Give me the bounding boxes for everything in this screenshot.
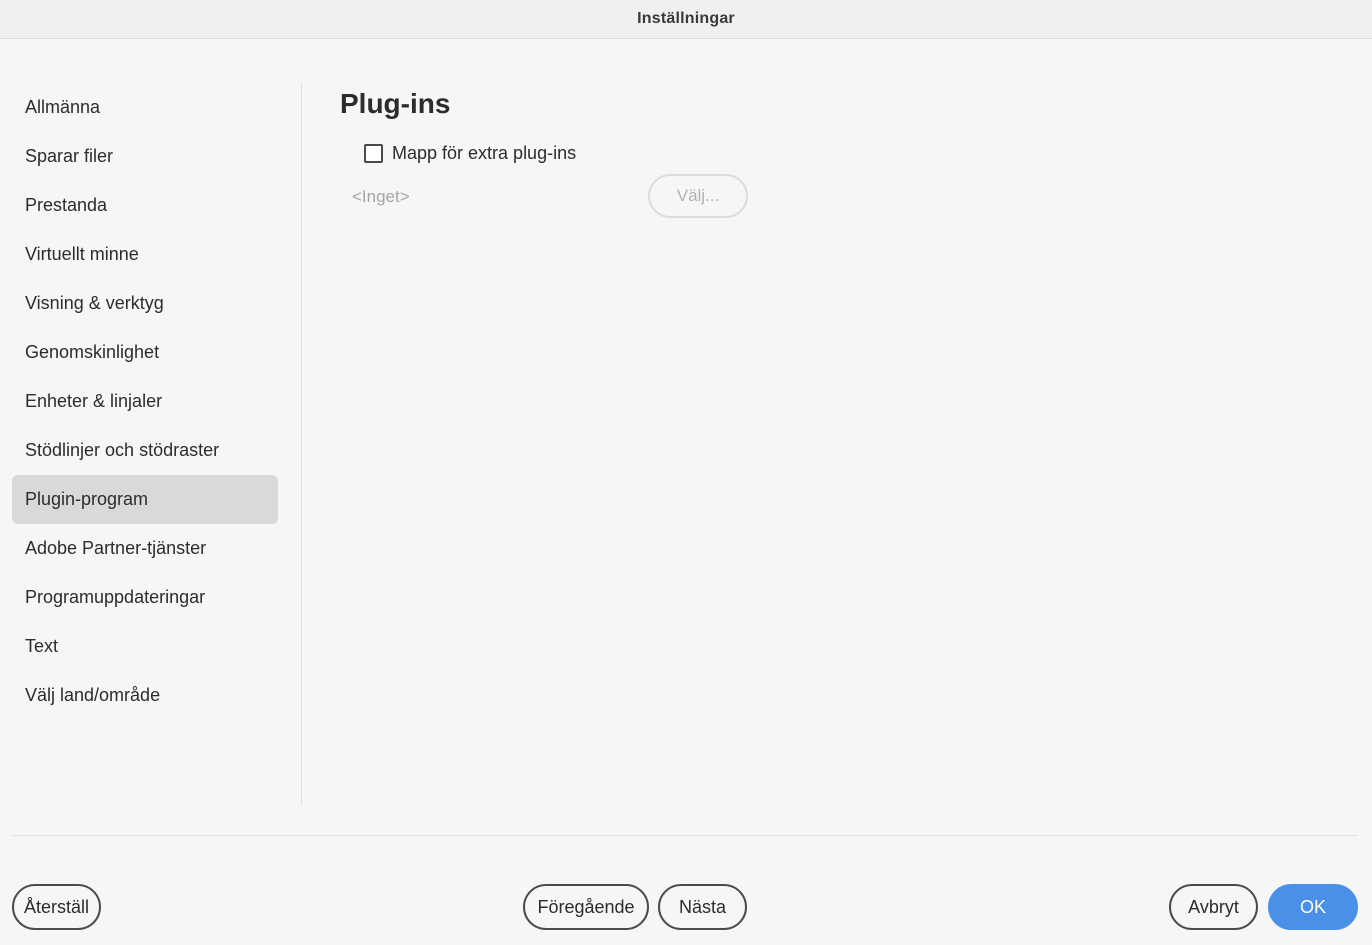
sidebar-item-adobe-partner-services[interactable]: Adobe Partner-tjänster (12, 524, 278, 573)
sidebar-item-units-rulers[interactable]: Enheter & linjaler (12, 377, 278, 426)
sidebar-item-type[interactable]: Text (12, 622, 278, 671)
previous-button[interactable]: Föregående (523, 884, 649, 930)
sidebar-item-transparency[interactable]: Genomskinlighet (12, 328, 278, 377)
sidebar-item-scratch-disks[interactable]: Virtuellt minne (12, 230, 278, 279)
preferences-window: Inställningar Allmänna Sparar filer Pres… (0, 0, 1372, 945)
plugins-panel: Plug-ins Mapp för extra plug-ins <Inget>… (340, 84, 1340, 218)
footer-divider (12, 835, 1358, 836)
next-button[interactable]: Nästa (658, 884, 747, 930)
sidebar-item-file-handling[interactable]: Sparar filer (12, 132, 278, 181)
sidebar-item-performance[interactable]: Prestanda (12, 181, 278, 230)
sidebar-item-country-region[interactable]: Välj land/område (12, 671, 278, 720)
sidebar-item-plugins[interactable]: Plugin-program (12, 475, 278, 524)
sidebar-divider (301, 83, 302, 805)
cancel-button[interactable]: Avbryt (1169, 884, 1258, 930)
section-title: Plug-ins (340, 88, 451, 119)
sidebar-item-general[interactable]: Allmänna (12, 83, 278, 132)
plugins-folder-path: <Inget> (352, 187, 410, 206)
sidebar-item-updates[interactable]: Programuppdateringar (12, 573, 278, 622)
extra-plugins-folder-row[interactable]: Mapp för extra plug-ins (364, 141, 576, 165)
ok-button[interactable]: OK (1268, 884, 1358, 930)
reset-button[interactable]: Återställ (12, 884, 101, 930)
choose-folder-button: Välj... (648, 174, 748, 218)
extra-plugins-checkbox[interactable] (364, 143, 383, 163)
sidebar-item-display-cursors[interactable]: Visning & verktyg (12, 279, 278, 328)
sidebar-item-guides-grid[interactable]: Stödlinjer och stödraster (12, 426, 278, 475)
extra-plugins-checkbox-label[interactable]: Mapp för extra plug-ins (392, 143, 576, 164)
title-bar: Inställningar (0, 0, 1372, 39)
sidebar: Allmänna Sparar filer Prestanda Virtuell… (12, 83, 278, 720)
window-title: Inställningar (637, 10, 735, 27)
